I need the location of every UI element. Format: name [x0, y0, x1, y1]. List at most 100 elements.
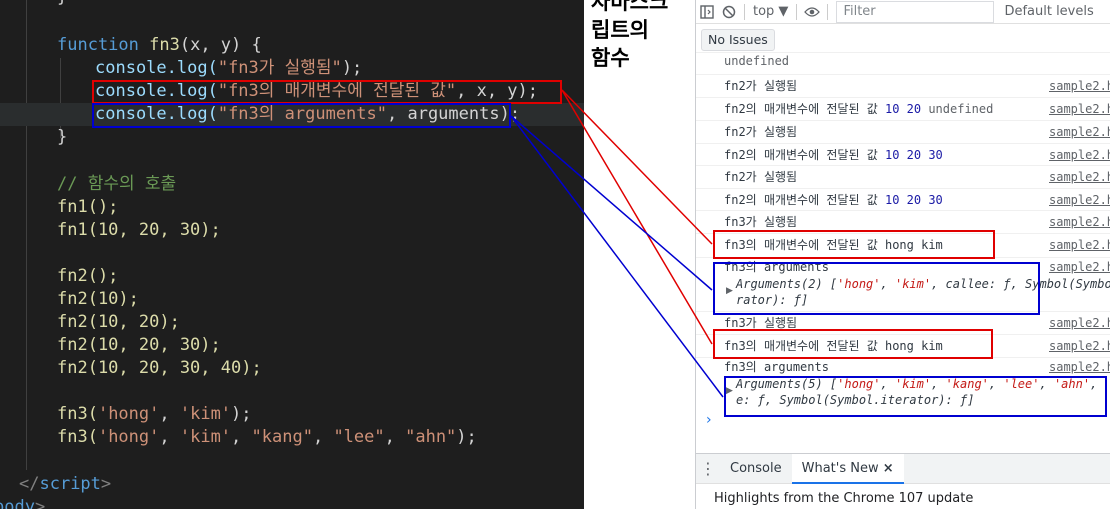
- log-source-link[interactable]: sample2.html: [1049, 144, 1110, 166]
- code-token: fn3(: [57, 427, 98, 447]
- log-text: ,: [988, 377, 1004, 391]
- log-text: fn2의 매개변수에 전달된 값: [724, 193, 885, 207]
- log-source-link[interactable]: sample2.html: [1049, 189, 1110, 211]
- log-message: fn3의 매개변수에 전달된 값 hong kim: [724, 339, 943, 353]
- code-line[interactable]: console.log("fn3의 arguments", arguments)…: [95, 103, 520, 126]
- code-line[interactable]: </script>: [19, 473, 111, 496]
- code-token: }: [57, 0, 67, 7]
- code-token: fn1(10, 20, 30);: [57, 220, 221, 240]
- log-message: fn3의 arguments: [724, 360, 829, 374]
- expand-triangle-icon[interactable]: ▶: [726, 286, 733, 296]
- code-token: console.log(: [95, 58, 218, 78]
- close-icon[interactable]: ×: [883, 461, 894, 476]
- tab-whats-new[interactable]: What's New ×: [791, 453, 904, 484]
- tag-name-token: script: [39, 474, 101, 494]
- code-token: fn2(10);: [57, 289, 139, 309]
- string-token: 'kim': [179, 427, 232, 447]
- console-row: fn3가 실행됨 sample2.html: [696, 311, 1110, 333]
- arguments-object[interactable]: Arguments(5) ['hong', 'kim', 'kang', 'le…: [736, 376, 1105, 392]
- log-string: 'ahn': [1053, 377, 1091, 391]
- code-line[interactable]: fn3('hong', 'kim');: [57, 403, 252, 426]
- eye-icon[interactable]: [801, 2, 823, 22]
- code-token: fn2(10, 20, 30, 40);: [57, 358, 262, 378]
- code-line[interactable]: fn1(10, 20, 30);: [57, 219, 221, 242]
- issues-button[interactable]: No Issues: [701, 29, 775, 51]
- code-line[interactable]: fn2(10);: [57, 288, 139, 311]
- code-line[interactable]: fn1();: [57, 196, 118, 219]
- string-token: "ahn": [405, 427, 457, 447]
- log-source-link[interactable]: sample2.html: [1049, 257, 1110, 277]
- console-prompt-icon[interactable]: ›: [706, 412, 712, 428]
- log-source-link[interactable]: sample2.html: [1049, 75, 1110, 97]
- code-line[interactable]: console.log("fn3가 실행됨");: [95, 57, 362, 80]
- log-string: 'hong': [837, 377, 881, 391]
- code-token: fn1();: [57, 197, 119, 217]
- code-token: (x, y) {: [179, 35, 262, 55]
- kebab-menu-icon[interactable]: ⋮: [696, 459, 720, 478]
- string-token: "lee": [333, 427, 385, 447]
- console-row: undefined: [696, 52, 1110, 72]
- code-line[interactable]: console.log("fn3의 매개변수에 전달된 값", x, y);: [95, 80, 538, 103]
- log-source-link[interactable]: sample2.html: [1049, 166, 1110, 188]
- log-text: ,: [1090, 377, 1105, 391]
- tag-name-token: body: [0, 497, 35, 509]
- string-token: "fn3가 실행됨": [217, 58, 342, 78]
- filter-input[interactable]: Filter: [836, 0, 995, 23]
- log-source-link[interactable]: sample2.html: [1049, 335, 1110, 357]
- log-message: fn3가 실행됨: [724, 215, 798, 229]
- console-row: fn3의 매개변수에 전달된 값 hong kim sample2.html: [696, 334, 1110, 356]
- log-message: fn2의 매개변수에 전달된 값 10 20 30: [724, 189, 943, 211]
- log-source-link[interactable]: sample2.html: [1049, 98, 1110, 120]
- log-source-link[interactable]: sample2.html: [1049, 234, 1110, 256]
- console-row: fn2가 실행됨 sample2.html: [696, 120, 1110, 142]
- toolbar-divider: [827, 3, 829, 20]
- log-source-link[interactable]: sample2.html: [1049, 312, 1110, 334]
- toolbar-divider: [796, 3, 798, 20]
- code-comment[interactable]: // 함수의 호출: [57, 173, 176, 196]
- console-row: fn2가 실행됨 sample2.html: [696, 74, 1110, 96]
- console-row: fn2의 매개변수에 전달된 값 10 20 30 sample2.html: [696, 188, 1110, 210]
- code-line[interactable]: body>: [0, 496, 45, 509]
- code-line[interactable]: fn2(10, 20, 30);: [57, 334, 221, 357]
- log-text: ,: [880, 277, 895, 291]
- log-text: Arguments(2) [: [736, 277, 838, 291]
- code-token: ,: [384, 427, 406, 447]
- log-string: 'kim': [894, 277, 932, 291]
- console-row: fn3가 실행됨 sample2.html: [696, 210, 1110, 232]
- log-string: 'kim': [894, 377, 932, 391]
- sidebar-toggle-icon[interactable]: [696, 2, 718, 22]
- log-levels-dropdown[interactable]: Default levels: [1004, 4, 1093, 19]
- code-line[interactable]: fn2(10, 20);: [57, 311, 180, 334]
- drawer-tabbar: ⋮ Console What's New ×: [696, 453, 1110, 484]
- context-selector[interactable]: top ▼: [749, 4, 792, 19]
- expand-triangle-icon[interactable]: ▶: [726, 386, 733, 396]
- string-token: 'kim': [179, 404, 232, 424]
- log-message: fn3의 arguments: [724, 260, 829, 274]
- log-source-link[interactable]: sample2.html: [1049, 211, 1110, 233]
- code-editor[interactable]: } function fn3(x, y) { console.log("fn3가…: [0, 0, 584, 509]
- log-text: , callee: ƒ, Symbol(Symbol.ite: [931, 277, 1110, 291]
- arguments-object-continued: rator): ƒ]: [736, 293, 809, 307]
- code-line[interactable]: function fn3(x, y) {: [57, 34, 262, 57]
- tab-console[interactable]: Console: [720, 454, 792, 484]
- code-line[interactable]: }: [57, 126, 67, 149]
- console-row: fn2의 매개변수에 전달된 값 10 20 undefined sample2…: [696, 97, 1110, 119]
- code-token: );: [231, 404, 252, 424]
- log-text: fn2의 매개변수에 전달된 값: [724, 148, 885, 162]
- toolbar-divider: [744, 3, 745, 20]
- code-token: fn2();: [57, 266, 119, 286]
- log-text: fn2의 매개변수에 전달된 값: [724, 102, 885, 116]
- code-token: console.log(: [95, 81, 218, 101]
- drawer-panel: ⋮ Console What's New × Highlights from t…: [696, 453, 1110, 509]
- code-line[interactable]: fn2(10, 20, 30, 40);: [57, 357, 262, 380]
- arguments-object[interactable]: Arguments(2) ['hong', 'kim', callee: ƒ, …: [736, 276, 1110, 292]
- console-row: fn3의 arguments sample2.html ▶ Arguments(…: [696, 357, 1110, 411]
- code-line[interactable]: fn3('hong', 'kim', "kang", "lee", "ahn")…: [57, 426, 477, 449]
- tab-label: What's New: [801, 460, 879, 476]
- log-source-link[interactable]: sample2.html: [1049, 357, 1110, 377]
- clear-console-icon[interactable]: [718, 2, 740, 22]
- code-line[interactable]: }: [57, 0, 67, 9]
- code-line[interactable]: fn2();: [57, 265, 118, 288]
- code-token: fn3(: [57, 404, 98, 424]
- log-source-link[interactable]: sample2.html: [1049, 121, 1110, 143]
